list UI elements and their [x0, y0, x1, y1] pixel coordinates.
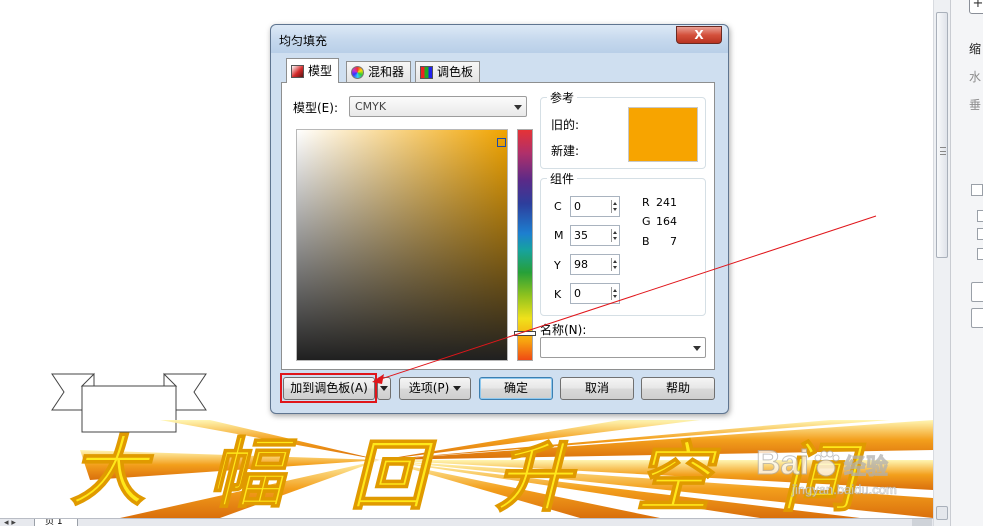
cyan-spinbox[interactable]: 0	[570, 196, 620, 217]
ok-button[interactable]: 确定	[479, 377, 553, 400]
name-label: 名称(N):	[540, 323, 587, 337]
mixer-icon	[351, 65, 364, 79]
add-icon[interactable]: +	[969, 0, 983, 14]
horizontal-scroll-end[interactable]	[912, 519, 932, 526]
spin-arrows-icon[interactable]	[611, 200, 617, 213]
blue-value: 7	[670, 235, 677, 248]
magenta-value: 35	[574, 229, 588, 242]
model-icon	[291, 64, 304, 78]
hue-slider-handle[interactable]	[514, 331, 536, 336]
tab-palette-label: 调色板	[437, 64, 474, 79]
magenta-label: M	[554, 229, 564, 242]
yellow-value: 98	[574, 258, 588, 271]
panel-label-vertical: 垂	[969, 98, 982, 112]
components-group-title: 组件	[547, 170, 578, 187]
dialog-titlebar[interactable]: 均匀填充 X	[271, 25, 728, 53]
green-label: G	[642, 215, 651, 228]
dialog-title: 均匀填充	[279, 34, 328, 48]
title-art-char-5: 空	[635, 433, 721, 518]
page-navigator-bar: ◂ ▸ 页 1	[0, 518, 933, 526]
red-label: R	[642, 196, 650, 209]
panel-checkbox-2[interactable]	[977, 210, 983, 222]
palette-icon	[420, 65, 433, 79]
tab-model[interactable]: 模型	[286, 58, 340, 83]
tab-mixer[interactable]: 混和器	[346, 61, 412, 82]
color-picker-marker[interactable]	[497, 138, 506, 147]
blue-label: B	[642, 235, 650, 248]
old-color-label: 旧的:	[551, 118, 580, 132]
black-value: 0	[574, 287, 581, 300]
model-label: 模型(E):	[293, 101, 338, 115]
new-color-label: 新建:	[551, 144, 580, 158]
components-group: 组件 C 0 M 35 Y 98 K 0 R 241 G 164 B 7	[540, 170, 706, 316]
panel-checkbox-3[interactable]	[977, 228, 983, 240]
tab-palette[interactable]: 调色板	[415, 61, 481, 82]
page-nav-icons[interactable]: ◂ ▸	[4, 519, 16, 526]
panel-label-horizontal: 水	[969, 70, 982, 84]
model-dropdown[interactable]: CMYK	[349, 96, 527, 117]
cancel-button[interactable]: 取消	[560, 377, 634, 400]
page-tab[interactable]: 页 1	[34, 519, 78, 526]
green-value: 164	[656, 215, 677, 228]
spin-arrows-icon[interactable]	[611, 229, 617, 242]
name-dropdown[interactable]	[540, 337, 706, 358]
chevron-down-icon	[453, 386, 462, 391]
title-art-char-4: 升	[495, 433, 578, 518]
options-button-label: 选项(P)	[408, 381, 450, 395]
scrollbar-grip	[940, 147, 946, 155]
tab-mixer-label: 混和器	[368, 64, 405, 79]
scrollbar-thumb[interactable]	[936, 12, 948, 258]
color-saturation-field[interactable]	[296, 129, 508, 361]
close-button[interactable]: X	[676, 26, 722, 44]
add-to-palette-button[interactable]: 加到调色板(A)	[283, 377, 375, 400]
title-art-char-1: 大	[70, 427, 154, 516]
svg-text:jingyan.baidu.com: jingyan.baidu.com	[791, 482, 897, 497]
chevron-down-icon	[693, 346, 701, 351]
color-preview-swatch	[628, 107, 698, 162]
model-dropdown-value: CMYK	[355, 100, 387, 113]
help-button[interactable]: 帮助	[641, 377, 715, 400]
svg-text:经验: 经验	[844, 454, 888, 480]
panel-button-2[interactable]	[971, 308, 983, 328]
spin-arrows-icon[interactable]	[611, 258, 617, 271]
canvas-vertical-scrollbar[interactable]	[933, 0, 950, 526]
panel-label-scale: 缩	[969, 42, 982, 56]
yellow-spinbox[interactable]: 98	[570, 254, 620, 275]
black-label: K	[554, 288, 562, 301]
close-icon: X	[694, 28, 704, 42]
cyan-value: 0	[574, 200, 581, 213]
yellow-label: Y	[554, 259, 561, 272]
svg-text:Bai: Bai	[756, 444, 809, 482]
hue-slider-bar[interactable]	[517, 129, 533, 361]
uniform-fill-dialog: 均匀填充 X 模型 混和器 调色板 模型(E): CMYK 参考 旧的: 新建:…	[270, 24, 729, 414]
chevron-down-icon	[514, 105, 522, 110]
scroll-down-arrow[interactable]	[936, 506, 948, 520]
title-art-char-2: 幅	[208, 429, 297, 518]
tab-model-label: 模型	[308, 63, 333, 78]
cyan-label: C	[554, 200, 562, 213]
add-to-palette-menu-button[interactable]	[377, 377, 391, 400]
black-spinbox[interactable]: 0	[570, 283, 620, 304]
chevron-down-icon	[380, 386, 388, 391]
panel-checkbox-1[interactable]	[971, 184, 983, 196]
options-button[interactable]: 选项(P)	[399, 377, 471, 400]
magenta-spinbox[interactable]: 35	[570, 225, 620, 246]
reference-group: 参考 旧的: 新建:	[540, 89, 706, 169]
spin-arrows-icon[interactable]	[611, 287, 617, 300]
docker-side-panel: + 缩 水 垂	[950, 0, 983, 526]
panel-button-1[interactable]	[971, 282, 983, 302]
panel-checkbox-4[interactable]	[977, 248, 983, 260]
red-value: 241	[656, 196, 677, 209]
baidu-watermark-logo: Bai 经验 jingyan.baidu.com	[756, 444, 898, 498]
reference-group-title: 参考	[547, 89, 578, 106]
title-art-char-3: 回	[350, 431, 437, 518]
